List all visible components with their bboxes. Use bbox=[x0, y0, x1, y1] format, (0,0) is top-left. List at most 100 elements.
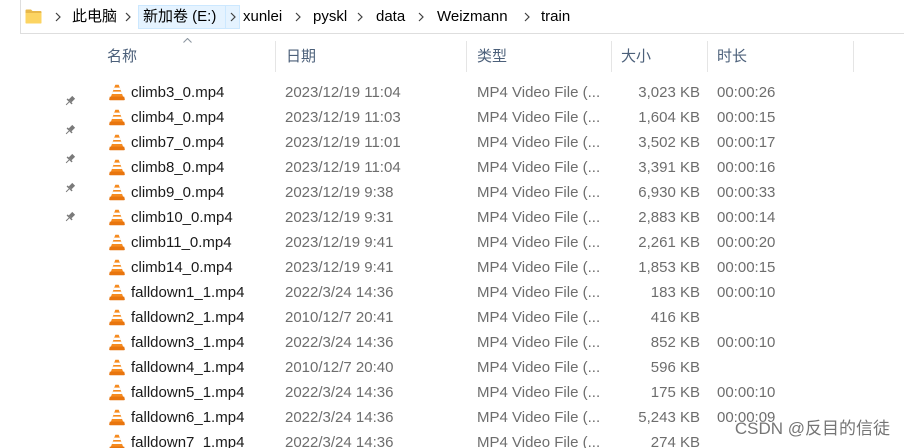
file-date: 2023/12/19 9:38 bbox=[285, 184, 394, 201]
file-date: 2022/3/24 14:36 bbox=[285, 334, 394, 351]
file-name: falldown5_1.mp4 bbox=[131, 384, 245, 401]
file-name: climb14_0.mp4 bbox=[131, 259, 233, 276]
column-resize-handle[interactable] bbox=[853, 41, 854, 72]
file-row[interactable]: climb3_0.mp4 2023/12/19 11:04 MP4 Video … bbox=[100, 80, 853, 105]
file-duration: 00:00:26 bbox=[717, 84, 776, 101]
breadcrumb: 此电脑 新加卷 (E:) xunlei pyskl data Weizmann … bbox=[0, 0, 904, 34]
vlc-icon bbox=[109, 159, 125, 176]
breadcrumb-drive-e-label[interactable]: 新加卷 (E:) bbox=[139, 6, 225, 28]
chevron-right-icon[interactable] bbox=[55, 12, 61, 22]
chevron-right-icon[interactable] bbox=[418, 12, 424, 22]
file-list: climb3_0.mp4 2023/12/19 11:04 MP4 Video … bbox=[0, 80, 904, 448]
vlc-icon bbox=[109, 259, 125, 276]
file-duration: 00:00:20 bbox=[717, 234, 776, 251]
file-duration: 00:00:10 bbox=[717, 384, 776, 401]
file-date: 2010/12/7 20:41 bbox=[285, 309, 394, 326]
file-name: climb10_0.mp4 bbox=[131, 209, 233, 226]
file-name: falldown1_1.mp4 bbox=[131, 284, 245, 301]
column-header-duration-label: 时长 bbox=[717, 48, 748, 65]
chevron-right-icon[interactable] bbox=[524, 12, 530, 22]
breadcrumb-pyskl[interactable]: pyskl bbox=[313, 0, 347, 34]
file-row[interactable]: climb14_0.mp4 2023/12/19 9:41 MP4 Video … bbox=[100, 255, 853, 280]
column-header-name[interactable]: 名称 bbox=[100, 38, 275, 73]
file-row[interactable]: climb9_0.mp4 2023/12/19 9:38 MP4 Video F… bbox=[100, 180, 853, 205]
column-header-name-label: 名称 bbox=[107, 48, 138, 65]
file-type: MP4 Video File (... bbox=[477, 284, 601, 301]
file-type: MP4 Video File (... bbox=[477, 409, 601, 426]
file-row[interactable]: falldown3_1.mp4 2022/3/24 14:36 MP4 Vide… bbox=[100, 330, 853, 355]
chevron-right-icon[interactable] bbox=[125, 12, 131, 22]
file-duration: 00:00:15 bbox=[717, 109, 776, 126]
file-row[interactable]: falldown5_1.mp4 2022/3/24 14:36 MP4 Vide… bbox=[100, 380, 853, 405]
file-row[interactable]: falldown4_1.mp4 2010/12/7 20:40 MP4 Vide… bbox=[100, 355, 853, 380]
column-header-date[interactable]: 日期 bbox=[276, 40, 466, 73]
file-type: MP4 Video File (... bbox=[477, 434, 601, 448]
file-date: 2023/12/19 9:41 bbox=[285, 259, 394, 276]
file-date: 2022/3/24 14:36 bbox=[285, 409, 394, 426]
file-date: 2023/12/19 9:41 bbox=[285, 234, 394, 251]
file-duration: 00:00:10 bbox=[717, 334, 776, 351]
sort-ascending-icon bbox=[183, 38, 192, 43]
vlc-icon bbox=[109, 284, 125, 301]
column-header-size[interactable]: 大小 bbox=[612, 40, 707, 73]
file-type: MP4 Video File (... bbox=[477, 259, 601, 276]
file-type: MP4 Video File (... bbox=[477, 309, 601, 326]
breadcrumb-drive-e[interactable]: 新加卷 (E:) bbox=[138, 5, 240, 29]
file-date: 2023/12/19 11:04 bbox=[285, 159, 401, 176]
file-size: 596 KB bbox=[650, 359, 700, 376]
file-size: 2,883 KB bbox=[638, 209, 700, 226]
file-date: 2023/12/19 9:31 bbox=[285, 209, 394, 226]
vlc-icon bbox=[109, 409, 125, 426]
column-header-type[interactable]: 类型 bbox=[467, 40, 611, 73]
column-header-date-label: 日期 bbox=[286, 48, 317, 65]
file-name: climb8_0.mp4 bbox=[131, 159, 225, 176]
file-size: 183 KB bbox=[650, 284, 700, 301]
breadcrumb-weizmann[interactable]: Weizmann bbox=[437, 0, 508, 34]
file-type: MP4 Video File (... bbox=[477, 159, 601, 176]
vlc-icon bbox=[109, 134, 125, 151]
file-date: 2023/12/19 11:04 bbox=[285, 84, 401, 101]
file-type: MP4 Video File (... bbox=[477, 109, 601, 126]
file-name: falldown2_1.mp4 bbox=[131, 309, 245, 326]
file-name: falldown6_1.mp4 bbox=[131, 409, 245, 426]
address-bar[interactable]: 此电脑 新加卷 (E:) xunlei pyskl data Weizmann … bbox=[0, 0, 904, 34]
file-size: 274 KB bbox=[650, 434, 700, 448]
file-name: falldown3_1.mp4 bbox=[131, 334, 245, 351]
breadcrumb-this-pc[interactable]: 此电脑 bbox=[72, 0, 117, 34]
vlc-icon bbox=[109, 359, 125, 376]
file-row[interactable]: falldown1_1.mp4 2022/3/24 14:36 MP4 Vide… bbox=[100, 280, 853, 305]
file-name: falldown7_1.mp4 bbox=[131, 434, 245, 448]
file-date: 2023/12/19 11:03 bbox=[285, 109, 401, 126]
file-size: 6,930 KB bbox=[638, 184, 700, 201]
file-row[interactable]: climb8_0.mp4 2023/12/19 11:04 MP4 Video … bbox=[100, 155, 853, 180]
chevron-right-icon[interactable] bbox=[295, 12, 301, 22]
vlc-icon bbox=[109, 384, 125, 401]
column-header-size-label: 大小 bbox=[621, 48, 652, 65]
file-row[interactable]: climb4_0.mp4 2023/12/19 11:03 MP4 Video … bbox=[100, 105, 853, 130]
file-row[interactable]: falldown2_1.mp4 2010/12/7 20:41 MP4 Vide… bbox=[100, 305, 853, 330]
file-row[interactable]: climb7_0.mp4 2023/12/19 11:01 MP4 Video … bbox=[100, 130, 853, 155]
column-header-duration[interactable]: 时长 bbox=[708, 40, 853, 73]
file-type: MP4 Video File (... bbox=[477, 234, 601, 251]
file-name: climb9_0.mp4 bbox=[131, 184, 225, 201]
chevron-right-icon[interactable] bbox=[225, 6, 239, 28]
file-row[interactable]: climb10_0.mp4 2023/12/19 9:31 MP4 Video … bbox=[100, 205, 853, 230]
column-header-row: 名称 日期 类型 大小 时长 bbox=[0, 38, 904, 73]
breadcrumb-xunlei[interactable]: xunlei bbox=[243, 0, 282, 34]
file-name: climb7_0.mp4 bbox=[131, 134, 225, 151]
column-header-type-label: 类型 bbox=[477, 48, 508, 65]
file-duration: 00:00:10 bbox=[717, 284, 776, 301]
file-name: climb4_0.mp4 bbox=[131, 109, 225, 126]
file-duration: 00:00:16 bbox=[717, 159, 776, 176]
file-size: 3,023 KB bbox=[638, 84, 700, 101]
breadcrumb-train[interactable]: train bbox=[541, 0, 570, 34]
file-duration: 00:00:33 bbox=[717, 184, 776, 201]
watermark: CSDN @反目的信徒 bbox=[734, 419, 890, 438]
file-duration: 00:00:14 bbox=[717, 209, 776, 226]
file-duration: 00:00:17 bbox=[717, 134, 776, 151]
file-row[interactable]: climb11_0.mp4 2023/12/19 9:41 MP4 Video … bbox=[100, 230, 853, 255]
file-type: MP4 Video File (... bbox=[477, 184, 601, 201]
chevron-right-icon[interactable] bbox=[357, 12, 363, 22]
breadcrumb-data[interactable]: data bbox=[376, 0, 405, 34]
file-type: MP4 Video File (... bbox=[477, 384, 601, 401]
